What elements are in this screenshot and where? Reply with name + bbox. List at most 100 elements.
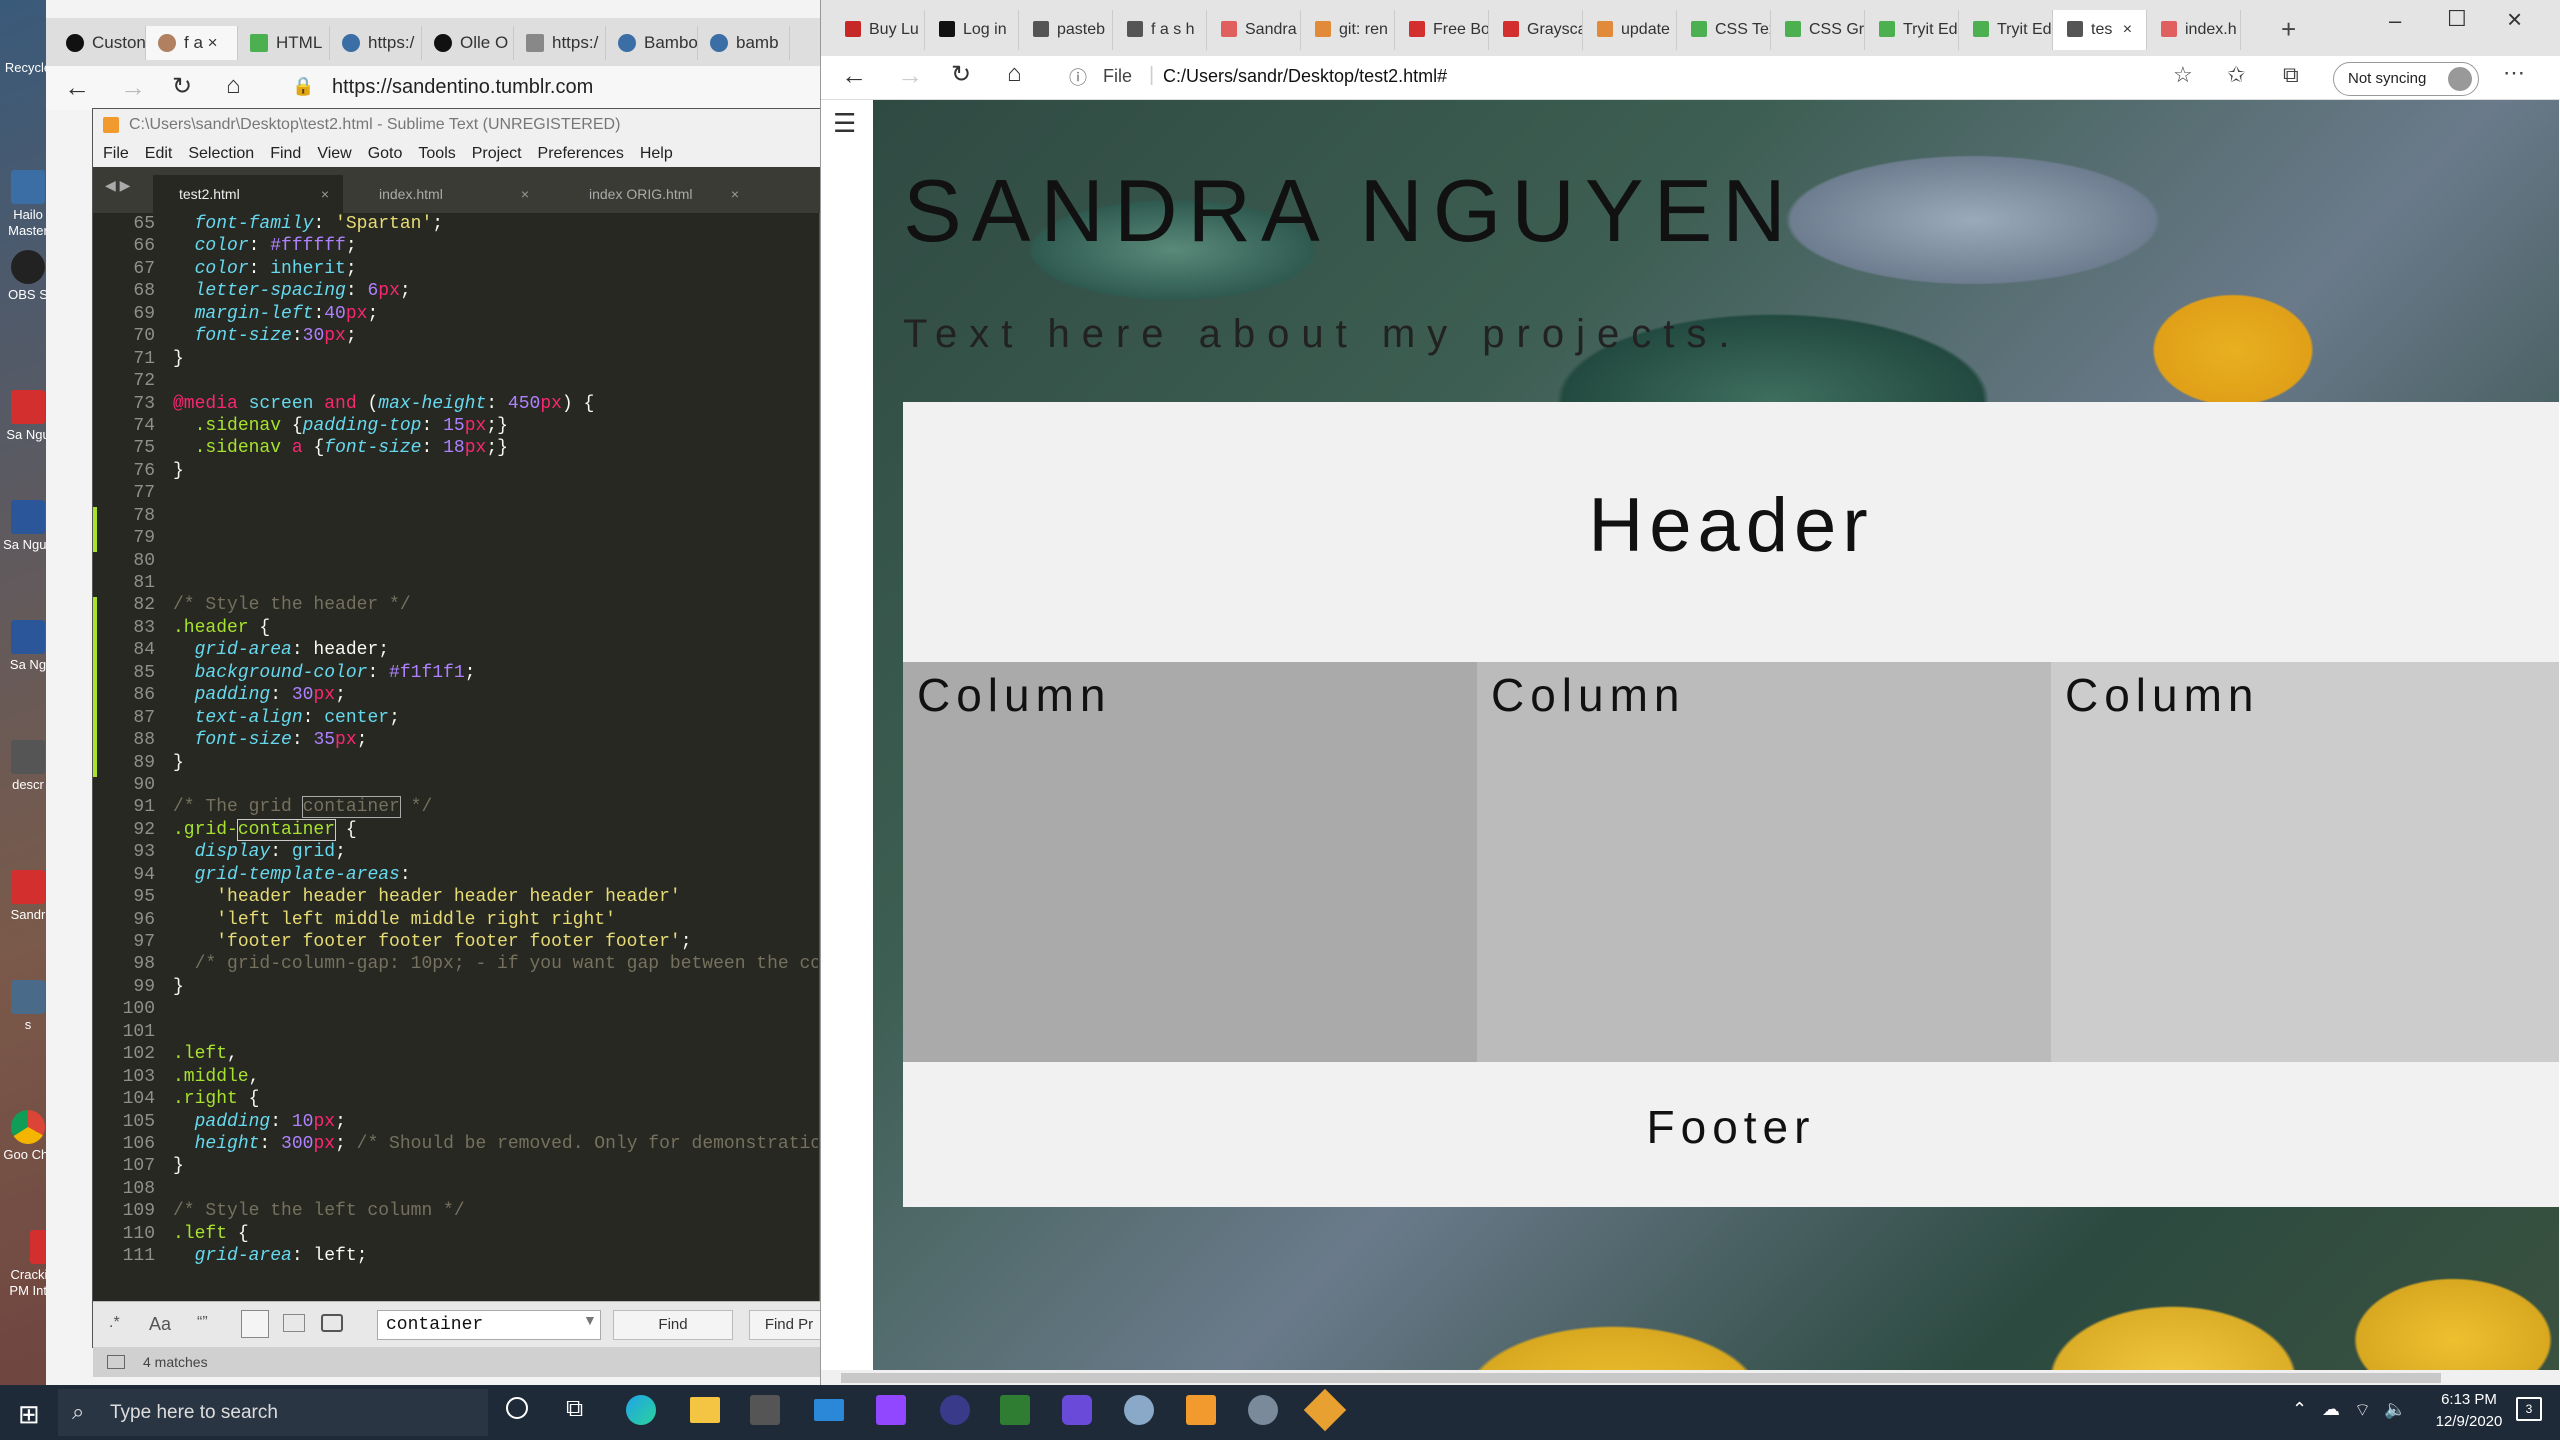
app-icon[interactable] xyxy=(1000,1395,1030,1425)
menu-goto[interactable]: Goto xyxy=(368,145,403,162)
maximize-icon[interactable]: ☐ xyxy=(2447,6,2467,32)
menu-edit[interactable]: Edit xyxy=(145,145,173,162)
forward-icon[interactable]: → xyxy=(120,72,146,103)
menu-view[interactable]: View xyxy=(317,145,351,162)
info-icon[interactable]: ⓘ xyxy=(1069,64,1087,90)
app-icon[interactable] xyxy=(940,1395,970,1425)
refresh-icon[interactable]: ↻ xyxy=(951,60,971,89)
browser-tab[interactable]: HTML xyxy=(238,26,330,60)
collections-icon[interactable]: ⧉ xyxy=(2283,62,2299,88)
sync-button[interactable]: Not syncing xyxy=(2333,62,2479,96)
task-view-icon[interactable]: ⧉ xyxy=(566,1395,583,1423)
menu-tools[interactable]: Tools xyxy=(418,145,455,162)
browser-tab[interactable]: git: ren xyxy=(1301,10,1395,50)
browser-tab[interactable]: f a × xyxy=(146,26,238,60)
more-menu-icon[interactable]: ⋯ xyxy=(2503,60,2525,86)
find-history-dropdown-icon[interactable]: ▼ xyxy=(583,1312,597,1328)
browser-tab[interactable]: Custon xyxy=(54,26,146,60)
editor-tab[interactable]: test2.html × xyxy=(153,175,343,213)
new-tab-icon[interactable]: + xyxy=(2281,14,2296,45)
horizontal-scrollbar[interactable] xyxy=(821,1370,2560,1386)
clock[interactable]: 6:13 PM 12/9/2020 xyxy=(2424,1389,2514,1433)
tray-chevron-icon[interactable]: ⌃ xyxy=(2292,1399,2307,1420)
menu-find[interactable]: Find xyxy=(270,145,301,162)
find-prev-button[interactable]: Find Pr xyxy=(749,1310,829,1340)
menu-selection[interactable]: Selection xyxy=(188,145,254,162)
case-toggle-icon[interactable]: Aa xyxy=(149,1314,171,1335)
back-icon[interactable]: ← xyxy=(841,60,867,91)
browser-tab[interactable]: https:/ xyxy=(514,26,606,60)
menu-help[interactable]: Help xyxy=(640,145,673,162)
browser-tab[interactable]: https:/ xyxy=(330,26,422,60)
wrap-toggle-icon[interactable] xyxy=(283,1314,305,1332)
browser-tab[interactable]: Tryit Ed xyxy=(1865,10,1959,50)
store-icon[interactable] xyxy=(750,1395,780,1425)
notification-center-icon[interactable]: 3 xyxy=(2516,1397,2542,1421)
app-icon[interactable] xyxy=(1124,1395,1154,1425)
browser-tab[interactable]: Buy Lu xyxy=(831,10,925,50)
close-icon[interactable]: × xyxy=(521,175,529,213)
refresh-icon[interactable]: ↻ xyxy=(172,72,192,101)
menu-file[interactable]: File xyxy=(103,145,129,162)
home-icon[interactable]: ⌂ xyxy=(1007,60,1022,88)
browser-tab[interactable]: Olle O xyxy=(422,26,514,60)
browser-tab[interactable]: bamb xyxy=(698,26,790,60)
browser-tab[interactable]: tes × xyxy=(2053,10,2147,50)
whole-word-toggle-icon[interactable]: “” xyxy=(197,1314,208,1332)
find-input[interactable]: container xyxy=(377,1310,601,1340)
discord-icon[interactable] xyxy=(1062,1395,1092,1425)
regex-toggle-icon[interactable]: .* xyxy=(109,1314,120,1332)
forward-icon[interactable]: → xyxy=(897,60,923,91)
app-icon[interactable] xyxy=(1248,1395,1278,1425)
browser-tab[interactable]: Graysca xyxy=(1489,10,1583,50)
sublime-text-window[interactable]: C:\Users\sandr\Desktop\test2.html - Subl… xyxy=(92,108,829,1377)
in-selection-toggle-icon[interactable] xyxy=(241,1310,269,1338)
close-window-icon[interactable]: × xyxy=(2507,4,2522,35)
sublime-taskbar-icon[interactable] xyxy=(1186,1395,1216,1425)
mail-icon[interactable] xyxy=(814,1399,844,1421)
browser-tab[interactable]: Log in xyxy=(925,10,1019,50)
minimize-icon[interactable]: – xyxy=(2389,8,2401,34)
wifi-icon[interactable]: ⌔ xyxy=(2354,1399,2371,1422)
browser-tab[interactable]: Free Bo xyxy=(1395,10,1489,50)
volume-icon[interactable]: 🔈 xyxy=(2384,1399,2406,1420)
menu-project[interactable]: Project xyxy=(472,145,522,162)
scrollbar-thumb[interactable] xyxy=(841,1373,2441,1383)
close-icon[interactable]: × xyxy=(731,175,739,213)
address-bar[interactable]: C:/Users/sandr/Desktop/test2.html# xyxy=(1163,66,1447,87)
browser-tab[interactable]: f a s h xyxy=(1113,10,1207,50)
close-tab-icon[interactable]: × xyxy=(2118,21,2132,38)
home-icon[interactable]: ⌂ xyxy=(226,72,241,100)
browser-tab[interactable]: pasteb xyxy=(1019,10,1113,50)
browser-tab[interactable]: Bambo xyxy=(606,26,698,60)
panel-toggle-icon[interactable] xyxy=(107,1355,125,1369)
edge-taskbar-icon[interactable] xyxy=(626,1395,656,1425)
cortana-icon[interactable] xyxy=(506,1397,528,1419)
browser-tab[interactable]: CSS Gri xyxy=(1771,10,1865,50)
edge-browser-window[interactable]: – ☐ × + ← → ↻ ⌂ ⓘ File | C:/Users/sandr/… xyxy=(820,0,2560,1386)
editor-tab[interactable]: index.html × xyxy=(353,175,543,213)
browser-tab[interactable]: CSS Tex xyxy=(1677,10,1771,50)
browser-tab[interactable]: index.h xyxy=(2147,10,2241,50)
browser-tab[interactable]: Sandra xyxy=(1207,10,1301,50)
browser-tab[interactable]: update xyxy=(1583,10,1677,50)
tab-nav-arrows-icon[interactable]: ◀ ▶ xyxy=(105,177,130,194)
code-editor[interactable]: font-family: 'Spartan'; color: #ffffff; … xyxy=(173,213,818,1303)
highlight-toggle-icon[interactable] xyxy=(321,1314,343,1332)
address-bar[interactable]: https://sandentino.tumblr.com xyxy=(332,76,593,99)
twitch-icon[interactable] xyxy=(876,1395,906,1425)
back-icon[interactable]: ← xyxy=(64,72,90,103)
close-icon[interactable]: × xyxy=(321,175,329,213)
windows-start-icon[interactable]: ⊞ xyxy=(18,1399,40,1430)
menu-preferences[interactable]: Preferences xyxy=(538,145,624,162)
favorites-icon[interactable]: ✩ xyxy=(2227,62,2245,88)
browser-tab[interactable]: Tryit Ed xyxy=(1959,10,2053,50)
find-button[interactable]: Find xyxy=(613,1310,733,1340)
onedrive-icon[interactable]: ☁ xyxy=(2322,1399,2340,1420)
hamburger-menu-icon[interactable]: ☰ xyxy=(833,108,856,139)
file-explorer-icon[interactable] xyxy=(690,1397,720,1423)
search-box[interactable]: ⌕ Type here to search xyxy=(58,1389,488,1436)
git-icon[interactable] xyxy=(1303,1388,1347,1432)
editor-tab[interactable]: index ORIG.html × xyxy=(563,175,753,213)
favorite-star-icon[interactable]: ☆ xyxy=(2173,62,2193,88)
